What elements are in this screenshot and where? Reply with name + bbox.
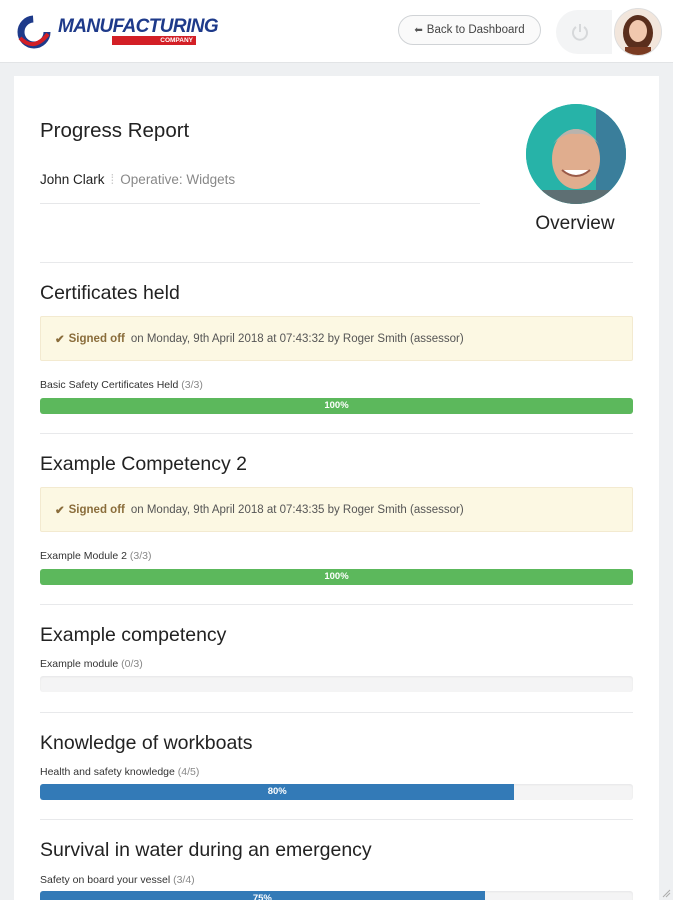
person-info: John Clark ⁞ Operative: Widgets — [40, 172, 235, 187]
person-name: John Clark — [40, 172, 105, 187]
progress-bar: 100% — [40, 398, 633, 414]
signoff-notice: ✔ Signed off on Monday, 9th April 2018 a… — [40, 316, 633, 361]
divider — [40, 203, 480, 204]
check-icon: ✔ — [55, 504, 65, 517]
module-name: Safety on board your vessel — [40, 874, 171, 886]
power-icon — [572, 24, 588, 41]
progress-bar: 100% — [40, 569, 633, 585]
check-icon: ✔ — [55, 333, 65, 346]
divider — [40, 819, 633, 820]
module-label: Basic Safety Certificates Held (3/3) — [40, 379, 203, 391]
module-label: Example Module 2 (3/3) — [40, 550, 151, 562]
section-title: Survival in water during an emergency — [40, 839, 372, 861]
module-label: Safety on board your vessel (3/4) — [40, 874, 195, 886]
module-name: Example Module 2 — [40, 550, 127, 562]
module-name: Health and safety knowledge — [40, 766, 175, 778]
power-button[interactable] — [564, 16, 596, 48]
power-area — [556, 10, 612, 54]
back-button-label: Back to Dashboard — [426, 24, 525, 36]
progress-fill: 100% — [40, 398, 633, 414]
resize-handle-icon[interactable] — [661, 888, 671, 898]
person-role: Operative: Widgets — [120, 172, 236, 187]
page-title: Progress Report — [40, 119, 190, 142]
section-title: Example competency — [40, 624, 227, 646]
user-avatar[interactable] — [614, 8, 662, 56]
divider — [40, 712, 633, 713]
module-count: (0/3) — [121, 658, 143, 670]
divider — [40, 433, 633, 434]
signoff-text: on Monday, 9th April 2018 at 07:43:32 by… — [130, 332, 464, 345]
progress-fill: 75% — [40, 891, 485, 900]
signoff-notice: ✔ Signed off on Monday, 9th April 2018 a… — [40, 487, 633, 532]
divider — [40, 262, 633, 263]
back-to-dashboard-button[interactable]: ⬅ Back to Dashboard — [398, 15, 541, 45]
signoff-label: Signed off — [68, 503, 125, 516]
logo-mark-icon — [17, 15, 51, 49]
progress-bar: 75% — [40, 891, 633, 900]
top-bar: MANUFACTURING COMPANY ⬅ Back to Dashboar… — [0, 0, 673, 63]
module-count: (4/5) — [177, 766, 200, 778]
logo-subtext: COMPANY — [112, 36, 196, 45]
module-count: (3/4) — [173, 874, 195, 886]
signoff-label: Signed off — [68, 332, 125, 345]
user-avatar-image — [615, 9, 661, 55]
section-title: Certificates held — [40, 282, 180, 304]
progress-bar — [40, 676, 633, 692]
section-title: Example Competency 2 — [40, 453, 248, 475]
divider: ⁞ — [110, 172, 115, 187]
module-label: Health and safety knowledge (4/5) — [40, 766, 199, 778]
profile-photo-image — [526, 104, 626, 204]
module-name: Example module — [40, 658, 119, 670]
module-count: (3/3) — [181, 379, 203, 391]
profile-photo — [526, 104, 626, 204]
section-title: Knowledge of workboats — [40, 732, 253, 754]
module-count: (3/3) — [129, 550, 152, 562]
progress-report-card: Progress Report John Clark ⁞ Operative: Wi… — [14, 76, 659, 900]
progress-fill: 80% — [40, 784, 515, 800]
overview-label: Overview — [535, 213, 615, 234]
signoff-text: on Monday, 9th April 2018 at 07:43:35 by… — [130, 503, 464, 516]
progress-fill: 100% — [40, 569, 633, 585]
module-name: Basic Safety Certificates Held — [40, 379, 179, 391]
company-logo[interactable]: MANUFACTURING COMPANY — [16, 12, 219, 52]
arrow-left-icon: ⬅ — [414, 24, 423, 36]
progress-bar: 80% — [40, 784, 633, 800]
divider — [40, 604, 633, 605]
module-label: Example module (0/3) — [40, 658, 143, 670]
logo-text: MANUFACTURING — [58, 16, 219, 37]
